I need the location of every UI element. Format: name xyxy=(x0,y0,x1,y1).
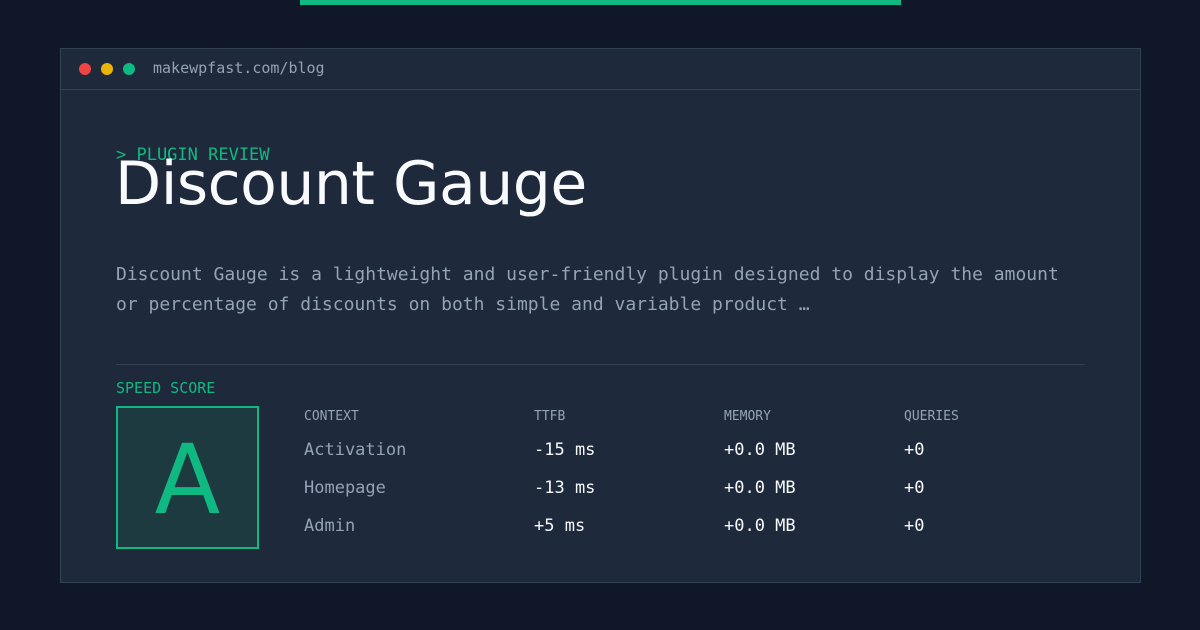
metrics-header-row: CONTEXT TTFB MEMORY QUERIES xyxy=(304,407,1084,440)
row-context: Activation xyxy=(304,440,407,460)
row-memory: +0.0 MB xyxy=(724,440,796,460)
row-context: Homepage xyxy=(304,478,386,498)
speed-score-label: SPEED SCORE xyxy=(116,379,216,397)
row-queries: +0 xyxy=(904,440,925,460)
table-row: Admin +5 ms +0.0 MB +0 xyxy=(304,516,1084,554)
row-ttfb: +5 ms xyxy=(534,516,586,536)
window-titlebar: makewpfast.com/blog xyxy=(61,49,1140,90)
minimize-window-dot-icon[interactable] xyxy=(101,63,113,75)
metrics-table: CONTEXT TTFB MEMORY QUERIES Activation -… xyxy=(304,407,1084,554)
table-row: Homepage -13 ms +0.0 MB +0 xyxy=(304,478,1084,516)
row-context: Admin xyxy=(304,516,356,536)
header-context: CONTEXT xyxy=(304,409,359,424)
address-url: makewpfast.com/blog xyxy=(153,59,325,77)
section-divider xyxy=(116,364,1085,365)
row-ttfb: -15 ms xyxy=(534,440,596,460)
header-queries: QUERIES xyxy=(904,409,959,424)
row-memory: +0.0 MB xyxy=(724,516,796,536)
speed-grade-badge: A xyxy=(116,406,259,549)
header-ttfb: TTFB xyxy=(534,409,566,424)
row-ttfb: -13 ms xyxy=(534,478,596,498)
header-memory: MEMORY xyxy=(724,409,771,424)
top-accent-bar xyxy=(300,0,901,5)
row-memory: +0.0 MB xyxy=(724,478,796,498)
close-window-dot-icon[interactable] xyxy=(79,63,91,75)
row-queries: +0 xyxy=(904,516,925,536)
browser-window: makewpfast.com/blog > PLUGIN REVIEW Disc… xyxy=(60,48,1141,583)
table-row: Activation -15 ms +0.0 MB +0 xyxy=(304,440,1084,478)
speed-grade: A xyxy=(154,423,221,536)
article-description: Discount Gauge is a lightweight and user… xyxy=(116,264,1059,315)
row-queries: +0 xyxy=(904,478,925,498)
maximize-window-dot-icon[interactable] xyxy=(123,63,135,75)
page-title: Discount Gauge xyxy=(115,149,587,219)
